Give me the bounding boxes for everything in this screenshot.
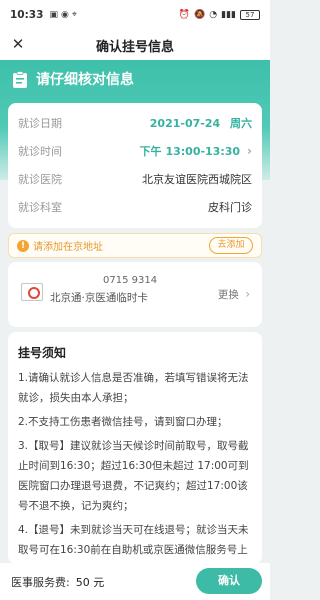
address-prompt: ! 请添加在京地址 去添加 bbox=[8, 233, 262, 258]
page-title: 确认挂号信息 bbox=[95, 39, 174, 55]
mute-icon: 🔕 bbox=[194, 10, 206, 20]
warning-icon: ! bbox=[17, 239, 29, 252]
add-address-button[interactable]: 去添加 bbox=[209, 237, 253, 254]
card-name: 北京通·京医通临时卡 bbox=[50, 292, 148, 304]
dept-row: 就诊科室 皮科门诊 bbox=[8, 195, 262, 219]
bottom-bar: 医事服务费: 50 元 确认 bbox=[0, 563, 270, 600]
hero-text: 请仔细核对信息 bbox=[36, 72, 134, 88]
dept-value: 皮科门诊 bbox=[208, 201, 252, 214]
weekday-text: 周六 bbox=[230, 117, 252, 130]
confirm-button[interactable]: 确认 bbox=[196, 568, 262, 594]
notice-item: 1.请确认就诊人信息是否准确，若填写错误将无法就诊，损失由本人承担； bbox=[18, 372, 249, 404]
title-bar: ✕ 确认挂号信息 bbox=[0, 30, 270, 60]
change-card-button[interactable]: 更换 › bbox=[218, 287, 250, 302]
notification-icons: ▣ ◉ ⌖ bbox=[49, 10, 76, 20]
hospital-label: 就诊医院 bbox=[18, 173, 62, 186]
date-text: 2021-07-24 bbox=[149, 117, 221, 130]
address-prompt-text: 请添加在京地址 bbox=[33, 242, 103, 253]
date-row: 就诊日期 2021-07-24 周六 bbox=[8, 111, 262, 135]
period-text: 下午 bbox=[139, 145, 162, 158]
chevron-right-icon: › bbox=[247, 144, 252, 158]
chevron-right-icon: › bbox=[245, 287, 250, 301]
card-logo-icon bbox=[21, 283, 43, 301]
clipboard-icon bbox=[13, 71, 27, 88]
card-number: 0715 9314 bbox=[103, 275, 158, 286]
message-icon: ▣ bbox=[49, 10, 58, 20]
date-value: 2021-07-24 周六 bbox=[150, 115, 252, 131]
signal-icon: ▮▮▮ bbox=[221, 10, 236, 20]
time-value[interactable]: 下午 13:00-13:30 › bbox=[139, 143, 252, 159]
notice-item: 3.【取号】建议就诊当天候诊时间前取号，取号截止时间到16:30；超过16:30… bbox=[18, 440, 249, 512]
fee-value: 50 元 bbox=[75, 575, 105, 589]
location-icon: ⌖ bbox=[71, 10, 77, 20]
notice-item: 2.不支持工伤患者微信挂号，请到窗口办理； bbox=[18, 416, 228, 428]
time-label: 就诊时间 bbox=[18, 145, 62, 158]
medical-card[interactable]: 0715 9314 北京通·京医通临时卡 更换 › bbox=[8, 262, 262, 327]
battery-icon: 57 bbox=[240, 10, 260, 20]
alarm-icon: ⏰ bbox=[178, 10, 191, 20]
status-bar: 10:33 ▣ ◉ ⌖ ⏰ 🔕 ◔ ▮▮▮ 57 bbox=[0, 0, 270, 30]
close-icon[interactable]: ✕ bbox=[8, 34, 28, 54]
wifi-icon: ◔ bbox=[209, 10, 218, 20]
notice-title: 挂号须知 bbox=[18, 346, 67, 360]
hospital-row: 就诊医院 北京友谊医院西城院区 bbox=[8, 167, 262, 191]
status-right: ⏰ 🔕 ◔ ▮▮▮ 57 bbox=[179, 10, 260, 20]
status-time: 10:33 bbox=[10, 9, 44, 21]
dept-label: 就诊科室 bbox=[18, 201, 62, 214]
time-range-text: 13:00-13:30 bbox=[165, 144, 241, 158]
change-card-label: 更换 bbox=[217, 289, 239, 301]
time-row[interactable]: 就诊时间 下午 13:00-13:30 › bbox=[8, 139, 262, 163]
appointment-info-card: 就诊日期 2021-07-24 周六 就诊时间 下午 13:00-13:30 ›… bbox=[8, 103, 262, 228]
hospital-value: 北京友谊医院西城院区 bbox=[142, 173, 252, 186]
notice-card: 挂号须知 1.请确认就诊人信息是否准确，若填写错误将无法就诊，损失由本人承担； … bbox=[8, 332, 262, 596]
fee-label: 医事服务费: bbox=[11, 575, 70, 589]
date-label: 就诊日期 bbox=[18, 117, 62, 130]
wechat-icon: ◉ bbox=[60, 10, 69, 20]
